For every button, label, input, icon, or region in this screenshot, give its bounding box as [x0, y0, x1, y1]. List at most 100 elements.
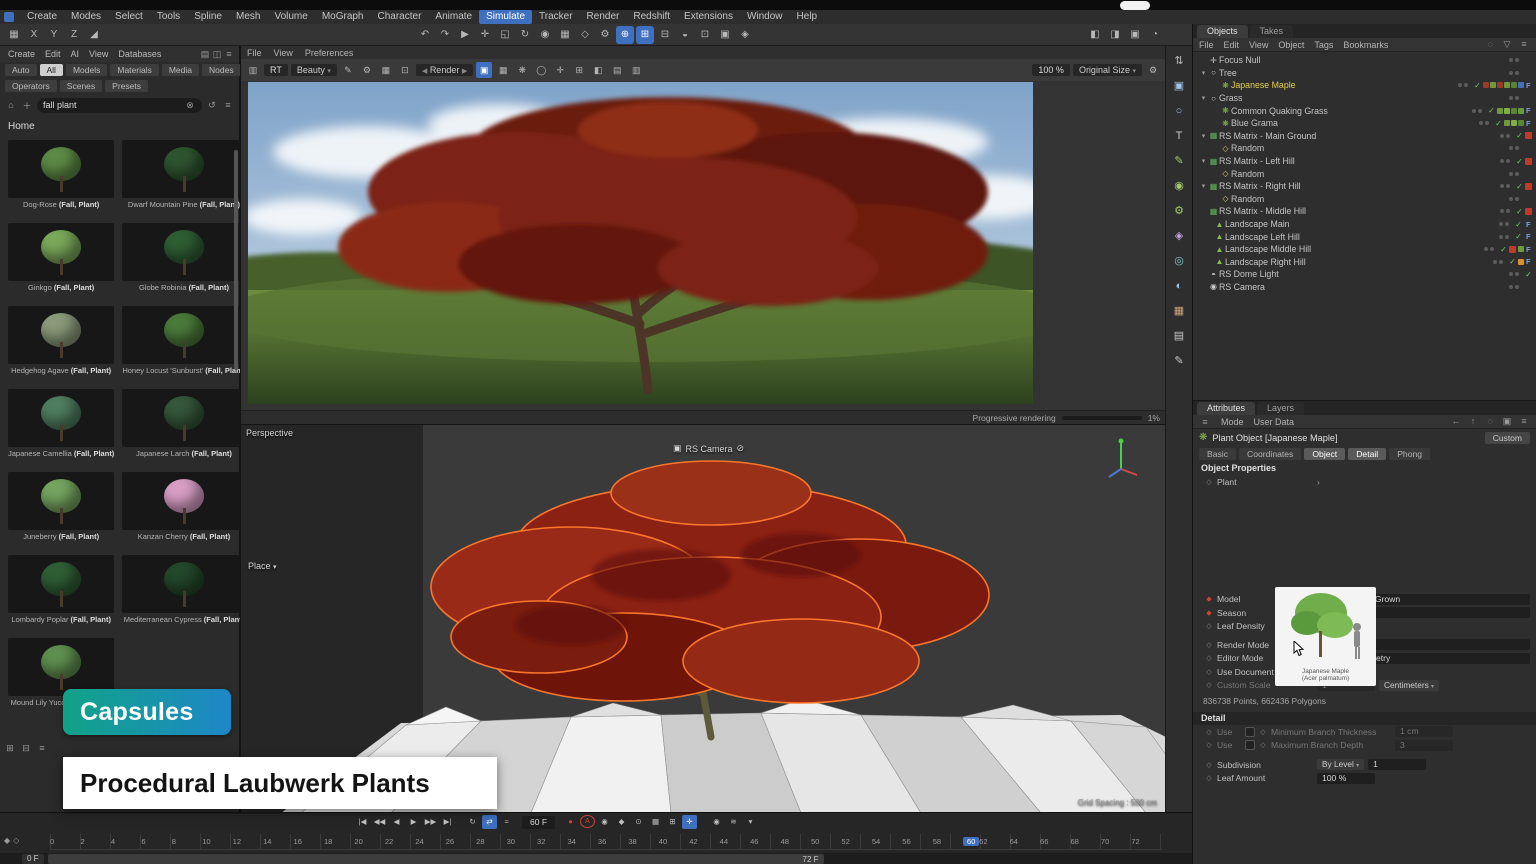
toolbar-icon[interactable]: ▶ — [456, 26, 474, 44]
toolbar-icon[interactable]: ◱ — [496, 26, 514, 44]
menu-item[interactable]: Modes — [64, 10, 108, 24]
expand-icon[interactable]: ▾ — [1199, 69, 1208, 77]
strip-tool-icon[interactable]: ⇅ — [1170, 52, 1188, 70]
subdivision-dropdown[interactable]: By Level ▾ — [1317, 759, 1364, 770]
asset-item[interactable]: Ginkgo (Fall, Plant) — [6, 221, 116, 294]
toolbar-icon[interactable]: ⊡ — [696, 26, 714, 44]
strip-tool-icon[interactable]: ◈ — [1170, 227, 1188, 245]
record-button[interactable]: ● — [563, 815, 578, 829]
visibility-dots[interactable] — [1458, 83, 1472, 87]
playback-button[interactable]: ▶| — [440, 815, 455, 829]
toolbar-icon[interactable]: ⚙ — [596, 26, 614, 44]
playback-button[interactable]: ◀ — [389, 815, 404, 829]
zoom-field[interactable]: 100 % — [1032, 64, 1070, 76]
loop-button[interactable]: ⇄ — [482, 815, 497, 829]
camera-toggle-icon[interactable]: ⊘ — [737, 443, 745, 454]
object-name[interactable]: RS Matrix - Main Ground — [1219, 131, 1316, 141]
field-tag-icon[interactable]: F — [1526, 245, 1536, 254]
field-tag-icon[interactable]: F — [1526, 81, 1536, 90]
object-row[interactable]: ✛ Focus Null ✓ F — [1193, 54, 1536, 67]
asset-item[interactable]: Dwarf Mountain Pine (Fall, Plant) — [120, 138, 247, 211]
om-panel-icon[interactable]: ▽ — [1501, 39, 1513, 50]
layout-icon[interactable]: ◧ — [1086, 26, 1104, 44]
menu-item[interactable]: Tools — [150, 10, 187, 24]
render-tool-icon[interactable]: ▤ — [609, 62, 625, 78]
axis-toolbar-icon[interactable]: Z — [65, 26, 83, 44]
object-row[interactable]: ▾ ○ Grass ✓ F — [1193, 92, 1536, 105]
visibility-dots[interactable] — [1509, 172, 1523, 176]
playback-button[interactable]: |◀ — [355, 815, 370, 829]
visibility-dots[interactable] — [1493, 260, 1507, 264]
attr-burger-icon[interactable]: ≡ — [1199, 417, 1211, 427]
attr-nav-icon[interactable]: ↑ — [1467, 416, 1479, 427]
material-tag-icon[interactable] — [1525, 158, 1532, 165]
om-menu-item[interactable]: Tags — [1314, 40, 1333, 50]
enabled-check-icon[interactable]: ✓ — [1514, 207, 1525, 216]
object-name[interactable]: Random — [1231, 169, 1264, 179]
object-row[interactable]: ▲ Landscape Main ✓ F — [1193, 218, 1536, 231]
record-button[interactable]: A — [580, 815, 595, 828]
footer-icon[interactable]: ≡ — [36, 743, 48, 754]
asset-item[interactable]: Japanese Camellia (Fall, Plant) — [6, 387, 116, 460]
asset-item[interactable]: Mediterranean Cypress (Fall, Plant) — [120, 553, 247, 626]
range-end-field[interactable]: 72 F — [803, 855, 824, 864]
axis-toolbar-icon[interactable]: ◢ — [85, 26, 103, 44]
filter-chip[interactable]: Media — [162, 64, 199, 76]
use-mbd-checkbox[interactable]: ✓ — [1245, 740, 1255, 750]
object-name[interactable]: Landscape Middle Hill — [1225, 244, 1311, 254]
leaf-amount-field[interactable]: 100 % — [1317, 773, 1375, 784]
om-menu-item[interactable]: File — [1199, 40, 1214, 50]
object-row[interactable]: ▲ Landscape Middle Hill ✓ F — [1193, 243, 1536, 256]
user-data-menu[interactable]: User Data — [1254, 417, 1295, 427]
unit-dropdown[interactable]: Centimeters ▾ — [1379, 680, 1439, 691]
render-menu-item[interactable]: View — [274, 48, 293, 58]
mbd-field[interactable]: 3 — [1395, 740, 1453, 751]
object-row[interactable]: ❋ Blue Grama ✓ F — [1193, 117, 1536, 130]
asset-menu-item[interactable]: Create — [4, 49, 39, 59]
menu-item[interactable]: Select — [108, 10, 150, 24]
clear-search-icon[interactable]: ⊗ — [184, 100, 196, 111]
strip-tool-icon[interactable]: ◐ — [1170, 277, 1188, 295]
render-tool-icon[interactable]: ⚙ — [359, 62, 375, 78]
timeline-icon[interactable]: ≋ — [726, 815, 741, 829]
menu-item[interactable]: Redshift — [626, 10, 677, 24]
expand-icon[interactable]: ▾ — [1199, 94, 1208, 102]
field-tag-icon[interactable]: F — [1526, 232, 1536, 241]
strip-tool-icon[interactable]: ○ — [1170, 102, 1188, 120]
asset-item[interactable]: Kanzan Cherry (Fall, Plant) — [120, 470, 247, 543]
strip-tool-icon[interactable]: ▤ — [1170, 327, 1188, 345]
mode-menu[interactable]: Mode — [1221, 417, 1244, 427]
keyframe-icon[interactable]: ◆ — [4, 836, 10, 845]
field-tag-icon[interactable]: F — [1526, 220, 1536, 229]
expand-icon[interactable]: ▾ — [1199, 182, 1208, 190]
strip-tool-icon[interactable]: ⚙ — [1170, 202, 1188, 220]
object-row[interactable]: ▾ ▦ RS Matrix - Right Hill ✓ F — [1193, 180, 1536, 193]
playback-button[interactable]: ▶▶ — [423, 815, 438, 829]
toolbar-icon[interactable]: ⊕ — [616, 26, 634, 44]
object-name[interactable]: RS Matrix - Left Hill — [1219, 156, 1295, 166]
filter-chip[interactable]: Nodes — [202, 64, 241, 76]
visibility-dots[interactable] — [1509, 58, 1523, 62]
object-name[interactable]: Focus Null — [1219, 55, 1261, 65]
render-tool-icon[interactable]: ▥ — [628, 62, 644, 78]
filter-chip[interactable]: Materials — [110, 64, 158, 76]
object-name[interactable]: RS Camera — [1219, 282, 1265, 292]
filter-chip[interactable]: Scenes — [60, 80, 102, 92]
render-menu-item[interactable]: File — [247, 48, 262, 58]
add-icon[interactable]: ＋ — [21, 99, 33, 112]
visibility-dots[interactable] — [1500, 159, 1514, 163]
attr-nav-icon[interactable]: ▣ — [1501, 416, 1513, 427]
strip-tool-icon[interactable]: ▦ — [1170, 302, 1188, 320]
subdivision-field[interactable]: 1 — [1368, 759, 1426, 770]
toolbar-icon[interactable]: ▦ — [556, 26, 574, 44]
timeline-ruler[interactable]: 0246810121416182022242628303234363840424… — [50, 834, 1162, 850]
asset-menu-item[interactable]: Edit — [41, 49, 65, 59]
asset-menu-item[interactable]: View — [85, 49, 112, 59]
render-tool-icon[interactable]: ◯ — [533, 62, 549, 78]
browser-menu-icon[interactable]: ≡ — [222, 100, 234, 110]
attribute-tab[interactable]: Object — [1304, 448, 1345, 460]
panel-tab[interactable]: Attributes — [1197, 402, 1255, 415]
plant-expand-icon[interactable]: › — [1317, 477, 1320, 487]
size-dropdown[interactable]: Original Size ▾ — [1073, 64, 1142, 76]
use-mbt-checkbox[interactable]: ✓ — [1245, 727, 1255, 737]
